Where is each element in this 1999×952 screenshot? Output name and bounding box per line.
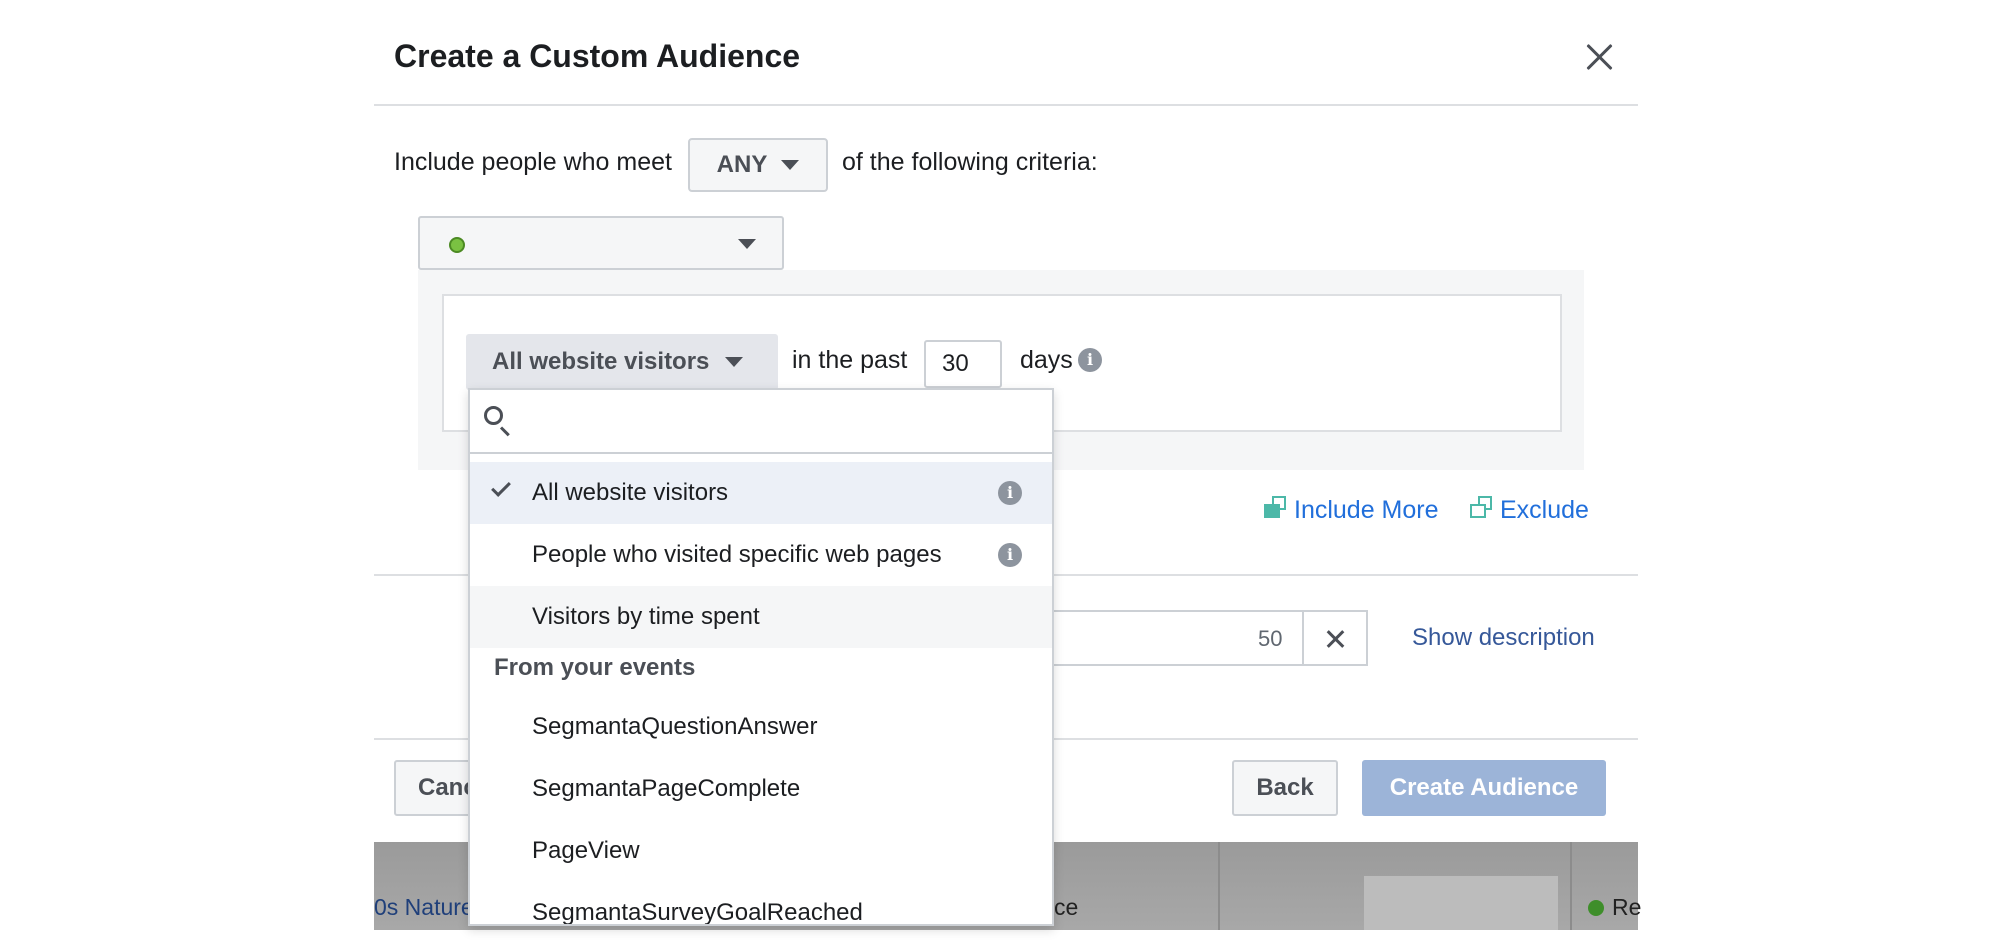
menu-item-label: SegmantaPageComplete bbox=[532, 775, 801, 802]
show-description-link[interactable]: Show description bbox=[1412, 624, 1595, 652]
table-divider bbox=[1218, 840, 1220, 930]
exclude-icon bbox=[1470, 496, 1492, 518]
menu-search-field[interactable] bbox=[470, 390, 1052, 454]
caret-down-icon bbox=[738, 239, 756, 249]
table-cell-name[interactable]: 0s Nature bbox=[374, 894, 474, 921]
days-label: days bbox=[1020, 346, 1073, 374]
menu-item-event[interactable]: SegmantaSurveyGoalReached bbox=[470, 882, 1052, 926]
visitor-type-dropdown[interactable]: All website visitors bbox=[466, 334, 778, 390]
stage: 0s Nature ce Re Create a Custom Audience… bbox=[0, 0, 1999, 952]
menu-item-event[interactable]: PageView bbox=[470, 820, 1052, 882]
menu-item-label: Visitors by time spent bbox=[532, 603, 760, 630]
visitor-type-label: All website visitors bbox=[492, 348, 710, 375]
menu-item-all-visitors[interactable]: All website visitors i bbox=[470, 462, 1052, 524]
match-any-dropdown[interactable]: ANY bbox=[688, 138, 828, 192]
menu-item-time-spent[interactable]: Visitors by time spent bbox=[470, 586, 1052, 648]
check-icon bbox=[491, 477, 511, 497]
visitor-type-menu: All website visitors i People who visite… bbox=[468, 388, 1054, 926]
back-button[interactable]: Back bbox=[1232, 760, 1338, 816]
create-audience-button[interactable]: Create Audience bbox=[1362, 760, 1606, 816]
search-icon bbox=[484, 406, 514, 437]
include-more-link[interactable]: Include More bbox=[1294, 496, 1439, 525]
menu-item-label: All website visitors bbox=[532, 479, 729, 506]
info-icon[interactable]: i bbox=[998, 543, 1022, 567]
match-any-label: ANY bbox=[716, 151, 768, 178]
table-cell-box bbox=[1364, 876, 1558, 930]
menu-item-label: SegmantaSurveyGoalReached bbox=[532, 899, 863, 926]
menu-item-specific-pages[interactable]: People who visited specific web pages i bbox=[470, 524, 1052, 586]
exclude-link[interactable]: Exclude bbox=[1500, 496, 1589, 525]
close-icon[interactable] bbox=[1582, 40, 1616, 74]
menu-item-event[interactable]: SegmantaQuestionAnswer bbox=[470, 696, 1052, 758]
menu-item-label: SegmantaQuestionAnswer bbox=[532, 713, 818, 740]
dialog-title: Create a Custom Audience bbox=[394, 38, 801, 74]
character-count: 50 bbox=[1258, 626, 1283, 651]
clear-name-button[interactable] bbox=[1302, 610, 1368, 666]
info-icon[interactable]: i bbox=[1078, 348, 1102, 372]
in-the-past-label: in the past bbox=[792, 346, 908, 374]
caret-down-icon bbox=[725, 357, 744, 367]
source-selector[interactable] bbox=[418, 216, 784, 270]
table-cell-type: ce bbox=[1054, 894, 1079, 920]
table-cell-status: Re bbox=[1612, 894, 1642, 920]
criteria-suffix: of the following criteria: bbox=[842, 148, 1098, 176]
menu-item-label: PageView bbox=[532, 837, 640, 864]
header-divider bbox=[374, 104, 1638, 106]
days-input[interactable]: 30 bbox=[924, 340, 1002, 388]
menu-item-event[interactable]: SegmantaPageComplete bbox=[470, 758, 1052, 820]
status-dot-icon bbox=[449, 237, 465, 253]
caret-down-icon bbox=[781, 160, 800, 170]
table-divider bbox=[1570, 840, 1572, 930]
status-dot bbox=[1588, 900, 1604, 916]
include-more-icon bbox=[1264, 496, 1286, 518]
criteria-prefix: Include people who meet bbox=[394, 148, 672, 176]
info-icon[interactable]: i bbox=[998, 481, 1022, 505]
menu-section-header: From your events bbox=[494, 654, 696, 681]
menu-item-label: People who visited specific web pages bbox=[532, 541, 942, 568]
